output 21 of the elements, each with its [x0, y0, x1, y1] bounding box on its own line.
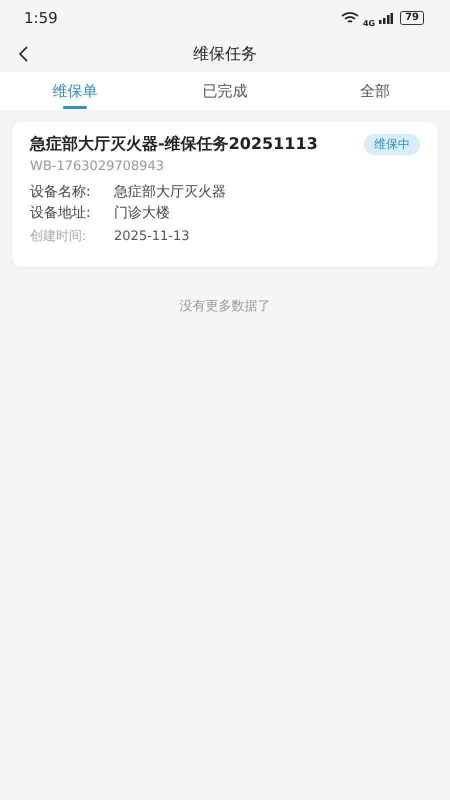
tab[interactable]: 全部 — [300, 72, 450, 110]
field-label: 设备名称: — [30, 183, 92, 202]
back-icon[interactable] — [18, 46, 28, 62]
network-label: 4G — [362, 18, 376, 28]
signal-icon — [379, 12, 394, 24]
end-of-list-text: 没有更多数据了 — [180, 299, 270, 314]
status-time: 1:59 — [24, 9, 58, 27]
task-code: WB-1763029708943 — [30, 159, 165, 174]
tab[interactable]: 维保单 — [0, 72, 150, 110]
status-badge: 维保中 — [364, 134, 420, 155]
wifi-icon — [340, 12, 359, 24]
field-value: 门诊大楼 — [114, 204, 170, 223]
field-value: 急症部大厅灭火器 — [114, 183, 226, 202]
task-title: 急症部大厅灭火器-维保任务20251113 — [30, 134, 318, 155]
page-title: 维保任务 — [193, 44, 257, 64]
task-card[interactable]: 急症部大厅灭火器-维保任务20251113 维保中 WB-1763029708943 设备名称: 急症部大厅灭火器 设备地址: 门诊大楼 创建时间: 2025-11-13 — [12, 122, 438, 267]
field-label: 创建时间: — [30, 228, 88, 246]
field-value: 2025-11-13 — [114, 228, 190, 246]
tab[interactable]: 已完成 — [150, 72, 300, 110]
field-label: 设备地址: — [30, 204, 92, 223]
battery-indicator: 79 — [400, 11, 424, 25]
